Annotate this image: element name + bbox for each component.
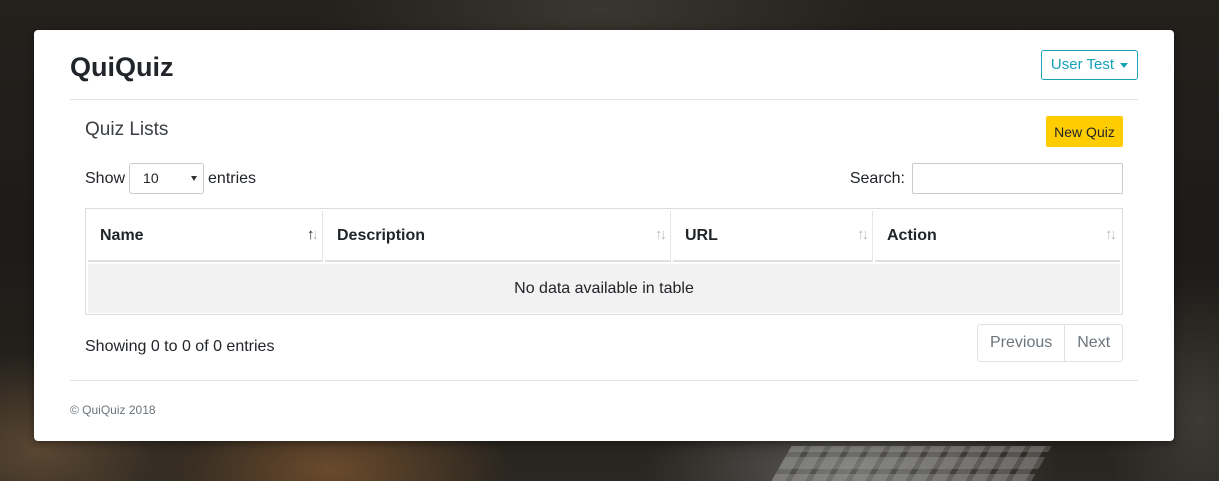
- sort-icon: ↑↓: [1105, 226, 1117, 243]
- main-card: QuiQuiz User Test Quiz Lists New Quiz Sh…: [34, 30, 1174, 441]
- search-control: Search:: [850, 163, 1123, 194]
- column-header-url[interactable]: URL ↑↓: [673, 211, 873, 262]
- quiz-table: Name ↑↓ Description ↑↓ URL ↑↓ Action ↑↓ …: [85, 208, 1123, 315]
- section-title: Quiz Lists: [85, 119, 169, 140]
- column-header-label: Name: [100, 227, 144, 244]
- search-label: Search:: [849, 169, 905, 187]
- column-header-label: Action: [887, 227, 937, 244]
- footer-divider: [70, 380, 1138, 381]
- table-info: Showing 0 to 0 of 0 entries: [85, 338, 275, 355]
- background-keyboard: [768, 446, 1052, 481]
- length-control: Show 10 entries: [85, 163, 256, 194]
- copyright-text: © QuiQuiz 2018: [70, 403, 156, 417]
- column-header-name[interactable]: Name ↑↓: [88, 211, 323, 262]
- previous-page-button[interactable]: Previous: [978, 325, 1064, 361]
- sort-ascending-icon: ↑↓: [307, 226, 319, 243]
- brand-title: QuiQuiz: [70, 52, 174, 82]
- caret-down-icon: [1120, 62, 1128, 68]
- new-quiz-button[interactable]: New Quiz: [1046, 116, 1123, 147]
- user-menu-button[interactable]: User Test: [1040, 50, 1138, 80]
- column-header-description[interactable]: Description ↑↓: [325, 211, 671, 262]
- search-input[interactable]: [912, 163, 1123, 194]
- entries-select-value: 10: [143, 170, 159, 186]
- length-prefix-label: Show: [85, 169, 126, 187]
- empty-table-row: No data available in table: [88, 264, 1120, 313]
- next-page-button[interactable]: Next: [1064, 325, 1122, 361]
- length-suffix-label: entries: [208, 169, 257, 187]
- column-header-label: Description: [337, 227, 426, 244]
- column-header-action[interactable]: Action ↑↓: [875, 211, 1120, 262]
- select-arrow-icon: [191, 176, 198, 181]
- header: QuiQuiz User Test: [70, 30, 1138, 100]
- column-header-label: URL: [685, 227, 718, 244]
- entries-select[interactable]: 10: [129, 163, 205, 194]
- pagination: Previous Next: [977, 324, 1124, 362]
- table-header: Name ↑↓ Description ↑↓ URL ↑↓ Action ↑↓: [88, 211, 1120, 262]
- sort-icon: ↑↓: [655, 226, 667, 243]
- user-menu-label: User Test: [1050, 56, 1114, 73]
- sort-icon: ↑↓: [857, 226, 869, 243]
